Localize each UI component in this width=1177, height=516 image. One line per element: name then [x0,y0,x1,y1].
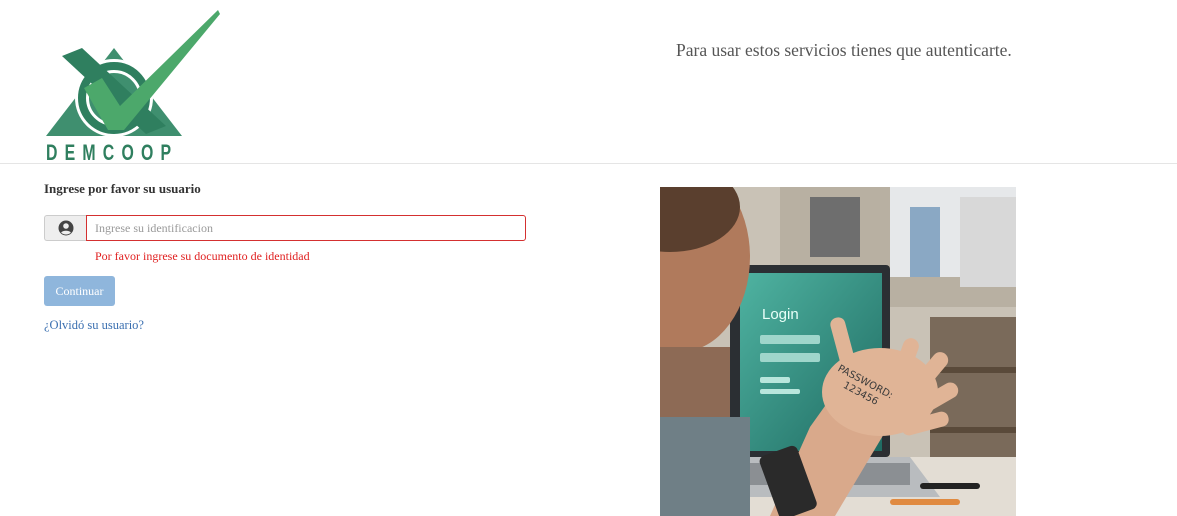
demcoop-logo: DEMCOOP [42,8,222,164]
login-illustration-photo: Login PASSWORD: 123456 [660,187,1016,516]
identification-input[interactable] [86,215,526,241]
screen-login-title: Login [762,306,799,323]
logo-graphic [46,10,220,137]
login-page: DEMCOOP Para usar estos servicios tienes… [0,0,1177,516]
logo-text: DEMCOOP [46,140,179,165]
header: DEMCOOP Para usar estos servicios tienes… [0,0,1177,164]
auth-message: Para usar estos servicios tienes que aut… [676,40,1012,60]
continue-button[interactable]: Continuar [44,276,115,306]
validation-error-message: Por favor ingrese su documento de identi… [95,249,310,263]
user-circle-icon [44,215,86,241]
form-title: Ingrese por favor su usuario [44,181,201,196]
identification-input-group [44,215,526,241]
forgot-username-link[interactable]: ¿Olvidó su usuario? [44,318,144,333]
